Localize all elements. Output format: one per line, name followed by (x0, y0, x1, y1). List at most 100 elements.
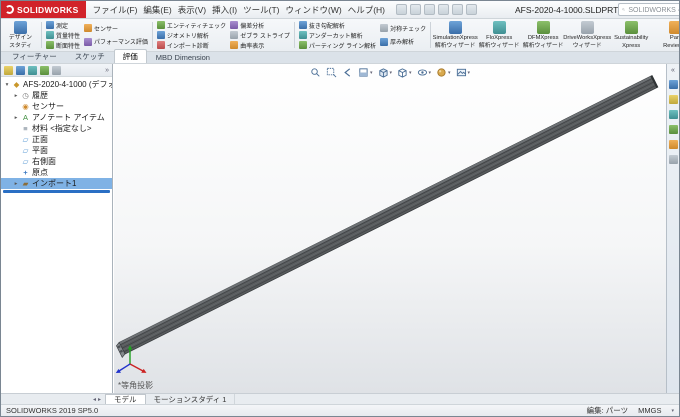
tab-scroll-right-icon[interactable]: ▸ (98, 396, 101, 403)
ribbon-button-simulationxpress[interactable]: SimulationXpress 解析ウィザード (433, 20, 477, 50)
menu-help[interactable]: ヘルプ(H) (345, 2, 388, 18)
design-library-icon[interactable] (669, 95, 678, 104)
display-manager-icon[interactable] (52, 66, 61, 75)
hide-show-items-button[interactable]: ▾ (417, 67, 432, 78)
feature-tree-root[interactable]: ▾ ◆ AFS-2020-4-1000 (デフォルト<<デフォルト>_表示状態 … (1, 79, 112, 90)
options-icon[interactable] (466, 4, 477, 15)
status-units[interactable]: MMGS (638, 406, 661, 415)
display-style-button[interactable]: ▾ (397, 67, 412, 78)
ribbon-button-sustainabilityxpress[interactable]: Sustainability Xpress (609, 20, 653, 50)
button-label: Sustainability (614, 35, 648, 42)
button-label: デザイン (9, 35, 32, 42)
tree-expand-icon[interactable]: ▸ (13, 115, 19, 121)
tree-item-origin[interactable]: + 原点 (1, 167, 112, 178)
file-explorer-icon[interactable] (669, 110, 678, 119)
tab-scroll-left-icon[interactable]: ◂ (93, 396, 96, 403)
new-document-icon[interactable] (396, 4, 407, 15)
tree-item-imported1[interactable]: ▸ ▰ インポート1 (1, 178, 112, 189)
appearances-scenes-icon[interactable] (669, 140, 678, 149)
menu-window[interactable]: ウィンドウ(W) (283, 2, 345, 18)
tree-item-sensors[interactable]: ◉ センサー (1, 101, 112, 112)
dropdown-icon[interactable]: ▾ (429, 70, 432, 76)
feature-manager-icon[interactable] (4, 66, 13, 75)
undo-icon[interactable] (452, 4, 463, 15)
menu-view[interactable]: 表示(V) (175, 2, 209, 18)
ribbon-button-undercut-analysis[interactable]: アンダーカット解析 (297, 30, 378, 40)
zoom-fit-button[interactable] (310, 67, 321, 78)
rollback-bar[interactable] (3, 190, 110, 193)
zoom-fit-icon (310, 67, 321, 78)
custom-properties-icon[interactable] (669, 155, 678, 164)
solidworks-logo: SOLIDWORKS (1, 1, 86, 18)
save-icon[interactable] (424, 4, 435, 15)
task-pane-collapse-icon[interactable]: « (671, 67, 675, 74)
menu-file[interactable]: ファイル(F) (90, 2, 141, 18)
view-orientation-button[interactable]: ▾ (377, 67, 392, 78)
view-palette-icon[interactable] (669, 125, 678, 134)
ribbon-button-geometry-analysis[interactable]: ジオメトリ解析 (155, 30, 228, 40)
menu-tools[interactable]: ツール(T) (240, 2, 282, 18)
tab-mbd-dimension[interactable]: MBD Dimension (147, 51, 219, 63)
zoom-area-button[interactable] (326, 67, 337, 78)
ribbon-button-import-diagnostics[interactable]: インポート診断 (155, 40, 228, 50)
ribbon-button-deviation-analysis[interactable]: 偏差分析 (228, 20, 292, 30)
tree-collapse-icon[interactable]: ▾ (4, 82, 10, 88)
edit-appearance-button[interactable]: ▾ (436, 67, 451, 78)
property-manager-icon[interactable] (16, 66, 25, 75)
help-search-input[interactable]: SOLIDWORKS ヘルプ検索 ▾ (618, 3, 680, 16)
dimxpert-manager-icon[interactable] (40, 66, 49, 75)
solidworks-resources-icon[interactable] (669, 80, 678, 89)
ribbon-button-performance-evaluation[interactable]: パフォーマンス評価 (82, 37, 150, 47)
menu-bar: ファイル(F) 編集(E) 表示(V) 挿入(I) ツール(T) ウィンドウ(W… (90, 2, 388, 18)
button-label: エンティティチェック (167, 21, 226, 30)
tree-expand-icon[interactable]: ▸ (13, 181, 19, 187)
dropdown-icon[interactable]: ▾ (389, 70, 392, 76)
tree-item-annotations[interactable]: ▸ A アノテート アイテム (1, 112, 112, 123)
ribbon-button-curvature[interactable]: 曲率表示 (228, 40, 292, 50)
open-document-icon[interactable] (410, 4, 421, 15)
ribbon-button-zebra-stripes[interactable]: ゼブラ ストライプ (228, 30, 292, 40)
tree-item-right-plane[interactable]: ▱ 右側面 (1, 156, 112, 167)
configuration-manager-icon[interactable] (28, 66, 37, 75)
ribbon-button-design-study[interactable]: デザイン スタディ (2, 20, 39, 50)
tab-evaluate[interactable]: 評価 (114, 49, 147, 63)
tab-features[interactable]: フィーチャー (3, 49, 66, 63)
tree-item-material[interactable]: ≡ 材料 <指定なし> (1, 123, 112, 134)
ribbon-button-parting-line-analysis[interactable]: パーティング ライン解析 (297, 40, 378, 50)
tree-item-front-plane[interactable]: ▱ 正面 (1, 134, 112, 145)
ribbon-button-measure[interactable]: 測定 (44, 20, 82, 30)
dropdown-icon[interactable]: ▾ (468, 70, 471, 76)
tab-sketch[interactable]: スケッチ (66, 49, 114, 63)
graphics-area[interactable]: ▾ ▾ ▾ ▾ ▾ ▾ *等角投影 (114, 64, 666, 393)
tab-model[interactable]: モデル (105, 394, 146, 404)
print-icon[interactable] (438, 4, 449, 15)
dropdown-icon[interactable]: ▾ (448, 70, 451, 76)
ribbon-button-part-reviewer[interactable]: Part Reviewer (653, 20, 679, 50)
ribbon-button-check-entity[interactable]: エンティティチェック (155, 20, 228, 30)
ribbon-button-floxpress[interactable]: FloXpress 解析ウィザード (477, 20, 521, 50)
model-aluminum-extrusion[interactable] (114, 64, 666, 393)
panel-overflow-icon[interactable]: » (105, 67, 109, 74)
ribbon-button-sensor[interactable]: センサー (82, 23, 150, 33)
tab-motion-study[interactable]: モーションスタディ 1 (146, 394, 236, 404)
ribbon-button-thickness-analysis[interactable]: 厚み解析 (378, 37, 428, 47)
ribbon-divider (152, 22, 153, 48)
document-title: AFS-2020-4-1000.SLDPRT (515, 5, 618, 15)
menu-edit[interactable]: 編集(E) (140, 2, 174, 18)
apply-scene-button[interactable]: ▾ (456, 67, 471, 78)
units-dropdown-icon[interactable]: ▾ (671, 408, 674, 414)
ribbon-button-draft-analysis[interactable]: 抜き勾配解析 (297, 20, 378, 30)
dropdown-icon[interactable]: ▾ (409, 70, 412, 76)
tree-item-top-plane[interactable]: ▱ 平面 (1, 145, 112, 156)
section-view-button[interactable]: ▾ (358, 67, 373, 78)
dropdown-icon[interactable]: ▾ (370, 70, 373, 76)
ribbon-button-driveworksxpress[interactable]: DriveWorksXpress ウィザード (565, 20, 609, 50)
ribbon-button-symmetry-check[interactable]: 対称チェック (378, 23, 428, 33)
ribbon-button-dfmxpress[interactable]: DFMXpress 解析ウィザード (521, 20, 565, 50)
previous-view-button[interactable] (342, 67, 353, 78)
tree-expand-icon[interactable]: ▸ (13, 93, 19, 99)
ribbon-button-mass-properties[interactable]: 質量特性 (44, 30, 82, 40)
brand-text: SOLIDWORKS (17, 5, 79, 15)
menu-insert[interactable]: 挿入(I) (209, 2, 240, 18)
tree-item-history[interactable]: ▸ ◷ 履歴 (1, 90, 112, 101)
